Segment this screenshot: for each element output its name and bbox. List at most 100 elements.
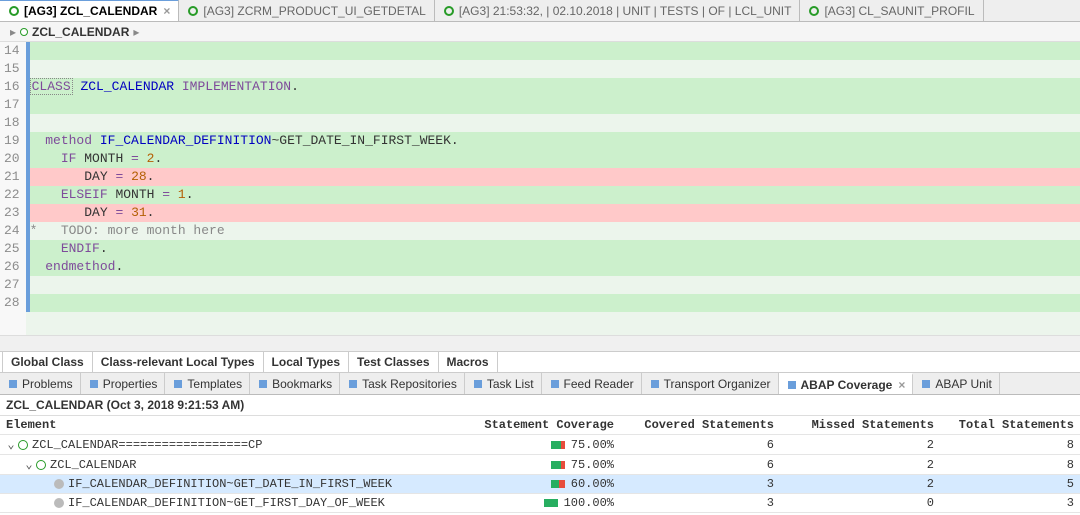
file-icon: [443, 5, 455, 17]
expand-toggle-icon[interactable]: ⌄: [24, 457, 34, 472]
code-line[interactable]: CLASS ZCL_CALENDAR IMPLEMENTATION.: [26, 78, 1080, 96]
editor-tab[interactable]: [AG3] CL_SAUNIT_PROFIL: [800, 0, 983, 21]
covered-count: 3: [620, 475, 780, 493]
editor-tab[interactable]: [AG3] ZCRM_PRODUCT_UI_GETDETAL: [179, 0, 434, 21]
view-icon: [347, 378, 359, 390]
view-tab[interactable]: Task Repositories: [340, 373, 465, 394]
code-line[interactable]: ELSEIF MONTH = 1.: [26, 186, 1080, 204]
change-marker: [26, 42, 30, 60]
element-name: ZCL_CALENDAR: [50, 458, 136, 472]
code-line[interactable]: method IF_CALENDAR_DEFINITION~GET_DATE_I…: [26, 132, 1080, 150]
line-number: 26: [4, 258, 20, 276]
view-tab[interactable]: Feed Reader: [542, 373, 642, 394]
coverage-row[interactable]: IF_CALENDAR_DEFINITION~GET_DATE_IN_FIRST…: [0, 475, 1080, 494]
coverage-pct: 75.00%: [571, 458, 614, 472]
missed-count: 0: [780, 494, 940, 512]
code-area[interactable]: CLASS ZCL_CALENDAR IMPLEMENTATION. metho…: [26, 42, 1080, 335]
class-icon: [18, 440, 28, 450]
view-tab-label: Task Repositories: [362, 377, 457, 391]
col-element[interactable]: Element: [0, 416, 440, 434]
coverage-row[interactable]: ⌄ZCL_CALENDAR75.00%628: [0, 455, 1080, 475]
code-line[interactable]: * TODO: more month here: [26, 222, 1080, 240]
tab-label: [AG3] CL_SAUNIT_PROFIL: [824, 4, 974, 18]
coverage-bar: 75.00%: [551, 458, 614, 472]
source-tab[interactable]: Local Types: [264, 352, 349, 372]
view-tab-bar: Problems Properties Templates Bookmarks Task…: [0, 373, 1080, 395]
method-icon: [54, 479, 64, 489]
view-icon: [172, 378, 184, 390]
view-tab-label: ABAP Coverage: [801, 378, 893, 392]
coverage-table: Element Statement Coverage Covered State…: [0, 416, 1080, 513]
code-line[interactable]: DAY = 28.: [26, 168, 1080, 186]
code-line[interactable]: [26, 60, 1080, 78]
view-tab[interactable]: ABAP Unit: [913, 373, 999, 394]
total-count: 3: [940, 494, 1080, 512]
change-marker: [26, 294, 30, 312]
breadcrumb: ▸ ZCL_CALENDAR ▸: [0, 22, 1080, 42]
total-count: 8: [940, 455, 1080, 474]
source-tab[interactable]: Global Class: [2, 352, 93, 372]
view-icon: [7, 378, 19, 390]
code-line[interactable]: [26, 114, 1080, 132]
view-tab-label: Task List: [487, 377, 534, 391]
view-tab[interactable]: Transport Organizer: [642, 373, 779, 394]
code-line[interactable]: ENDIF.: [26, 240, 1080, 258]
line-number: 25: [4, 240, 20, 258]
coverage-row[interactable]: IF_CALENDAR_DEFINITION~GET_FIRST_DAY_OF_…: [0, 494, 1080, 513]
col-total[interactable]: Total Statements: [940, 416, 1080, 434]
close-icon[interactable]: ×: [163, 4, 170, 18]
coverage-pct: 100.00%: [564, 496, 614, 510]
col-stmt-coverage[interactable]: Statement Coverage: [440, 416, 620, 434]
chevron-right-icon: ▸: [133, 25, 139, 39]
view-icon: [257, 378, 269, 390]
coverage-pct: 60.00%: [571, 477, 614, 491]
source-tab[interactable]: Test Classes: [349, 352, 439, 372]
line-number: 15: [4, 60, 20, 78]
code-line[interactable]: DAY = 31.: [26, 204, 1080, 222]
class-icon: [187, 5, 199, 17]
coverage-bar: 100.00%: [544, 496, 614, 510]
close-icon[interactable]: ×: [898, 378, 905, 392]
source-tab[interactable]: Class-relevant Local Types: [93, 352, 264, 372]
code-editor[interactable]: 141516171819202122232425262728 CLASS ZCL…: [0, 42, 1080, 335]
view-tab[interactable]: Task List: [465, 373, 542, 394]
code-line[interactable]: [26, 42, 1080, 60]
horizontal-scrollbar[interactable]: [0, 335, 1080, 351]
code-line[interactable]: endmethod.: [26, 258, 1080, 276]
line-gutter: 141516171819202122232425262728: [0, 42, 26, 335]
view-tab-label: Templates: [187, 377, 242, 391]
code-line[interactable]: [26, 294, 1080, 312]
code-line[interactable]: IF MONTH = 2.: [26, 150, 1080, 168]
line-number: 16: [4, 78, 20, 96]
element-name: ZCL_CALENDAR==================CP: [32, 438, 262, 452]
col-covered[interactable]: Covered Statements: [620, 416, 780, 434]
total-count: 5: [940, 475, 1080, 493]
line-number: 14: [4, 42, 20, 60]
line-number: 17: [4, 96, 20, 114]
view-tab-label: Properties: [103, 377, 158, 391]
coverage-row[interactable]: ⌄ZCL_CALENDAR==================CP75.00%6…: [0, 435, 1080, 455]
breadcrumb-root[interactable]: ZCL_CALENDAR: [32, 25, 129, 39]
view-tab[interactable]: Bookmarks: [250, 373, 340, 394]
missed-count: 2: [780, 475, 940, 493]
line-number: 20: [4, 150, 20, 168]
line-number: 27: [4, 276, 20, 294]
editor-tab[interactable]: [AG3] 21:53:32, | 02.10.2018 | UNIT | TE…: [435, 0, 801, 21]
view-tab-label: ABAP Unit: [935, 377, 991, 391]
source-tab[interactable]: Macros: [439, 352, 498, 372]
view-tab[interactable]: Templates: [165, 373, 250, 394]
code-line[interactable]: [26, 96, 1080, 114]
view-tab[interactable]: Problems: [0, 373, 81, 394]
total-count: 8: [940, 435, 1080, 454]
view-icon: [472, 378, 484, 390]
class-icon: [20, 28, 28, 36]
covered-count: 6: [620, 455, 780, 474]
editor-tab[interactable]: [AG3] ZCL_CALENDAR×: [0, 0, 179, 21]
view-tab-label: Problems: [22, 377, 73, 391]
view-tab[interactable]: Properties: [81, 373, 166, 394]
code-line[interactable]: [26, 276, 1080, 294]
view-tab[interactable]: ABAP Coverage ×: [779, 373, 914, 394]
col-missed[interactable]: Missed Statements: [780, 416, 940, 434]
view-tab-label: Bookmarks: [272, 377, 332, 391]
expand-toggle-icon[interactable]: ⌄: [6, 437, 16, 452]
